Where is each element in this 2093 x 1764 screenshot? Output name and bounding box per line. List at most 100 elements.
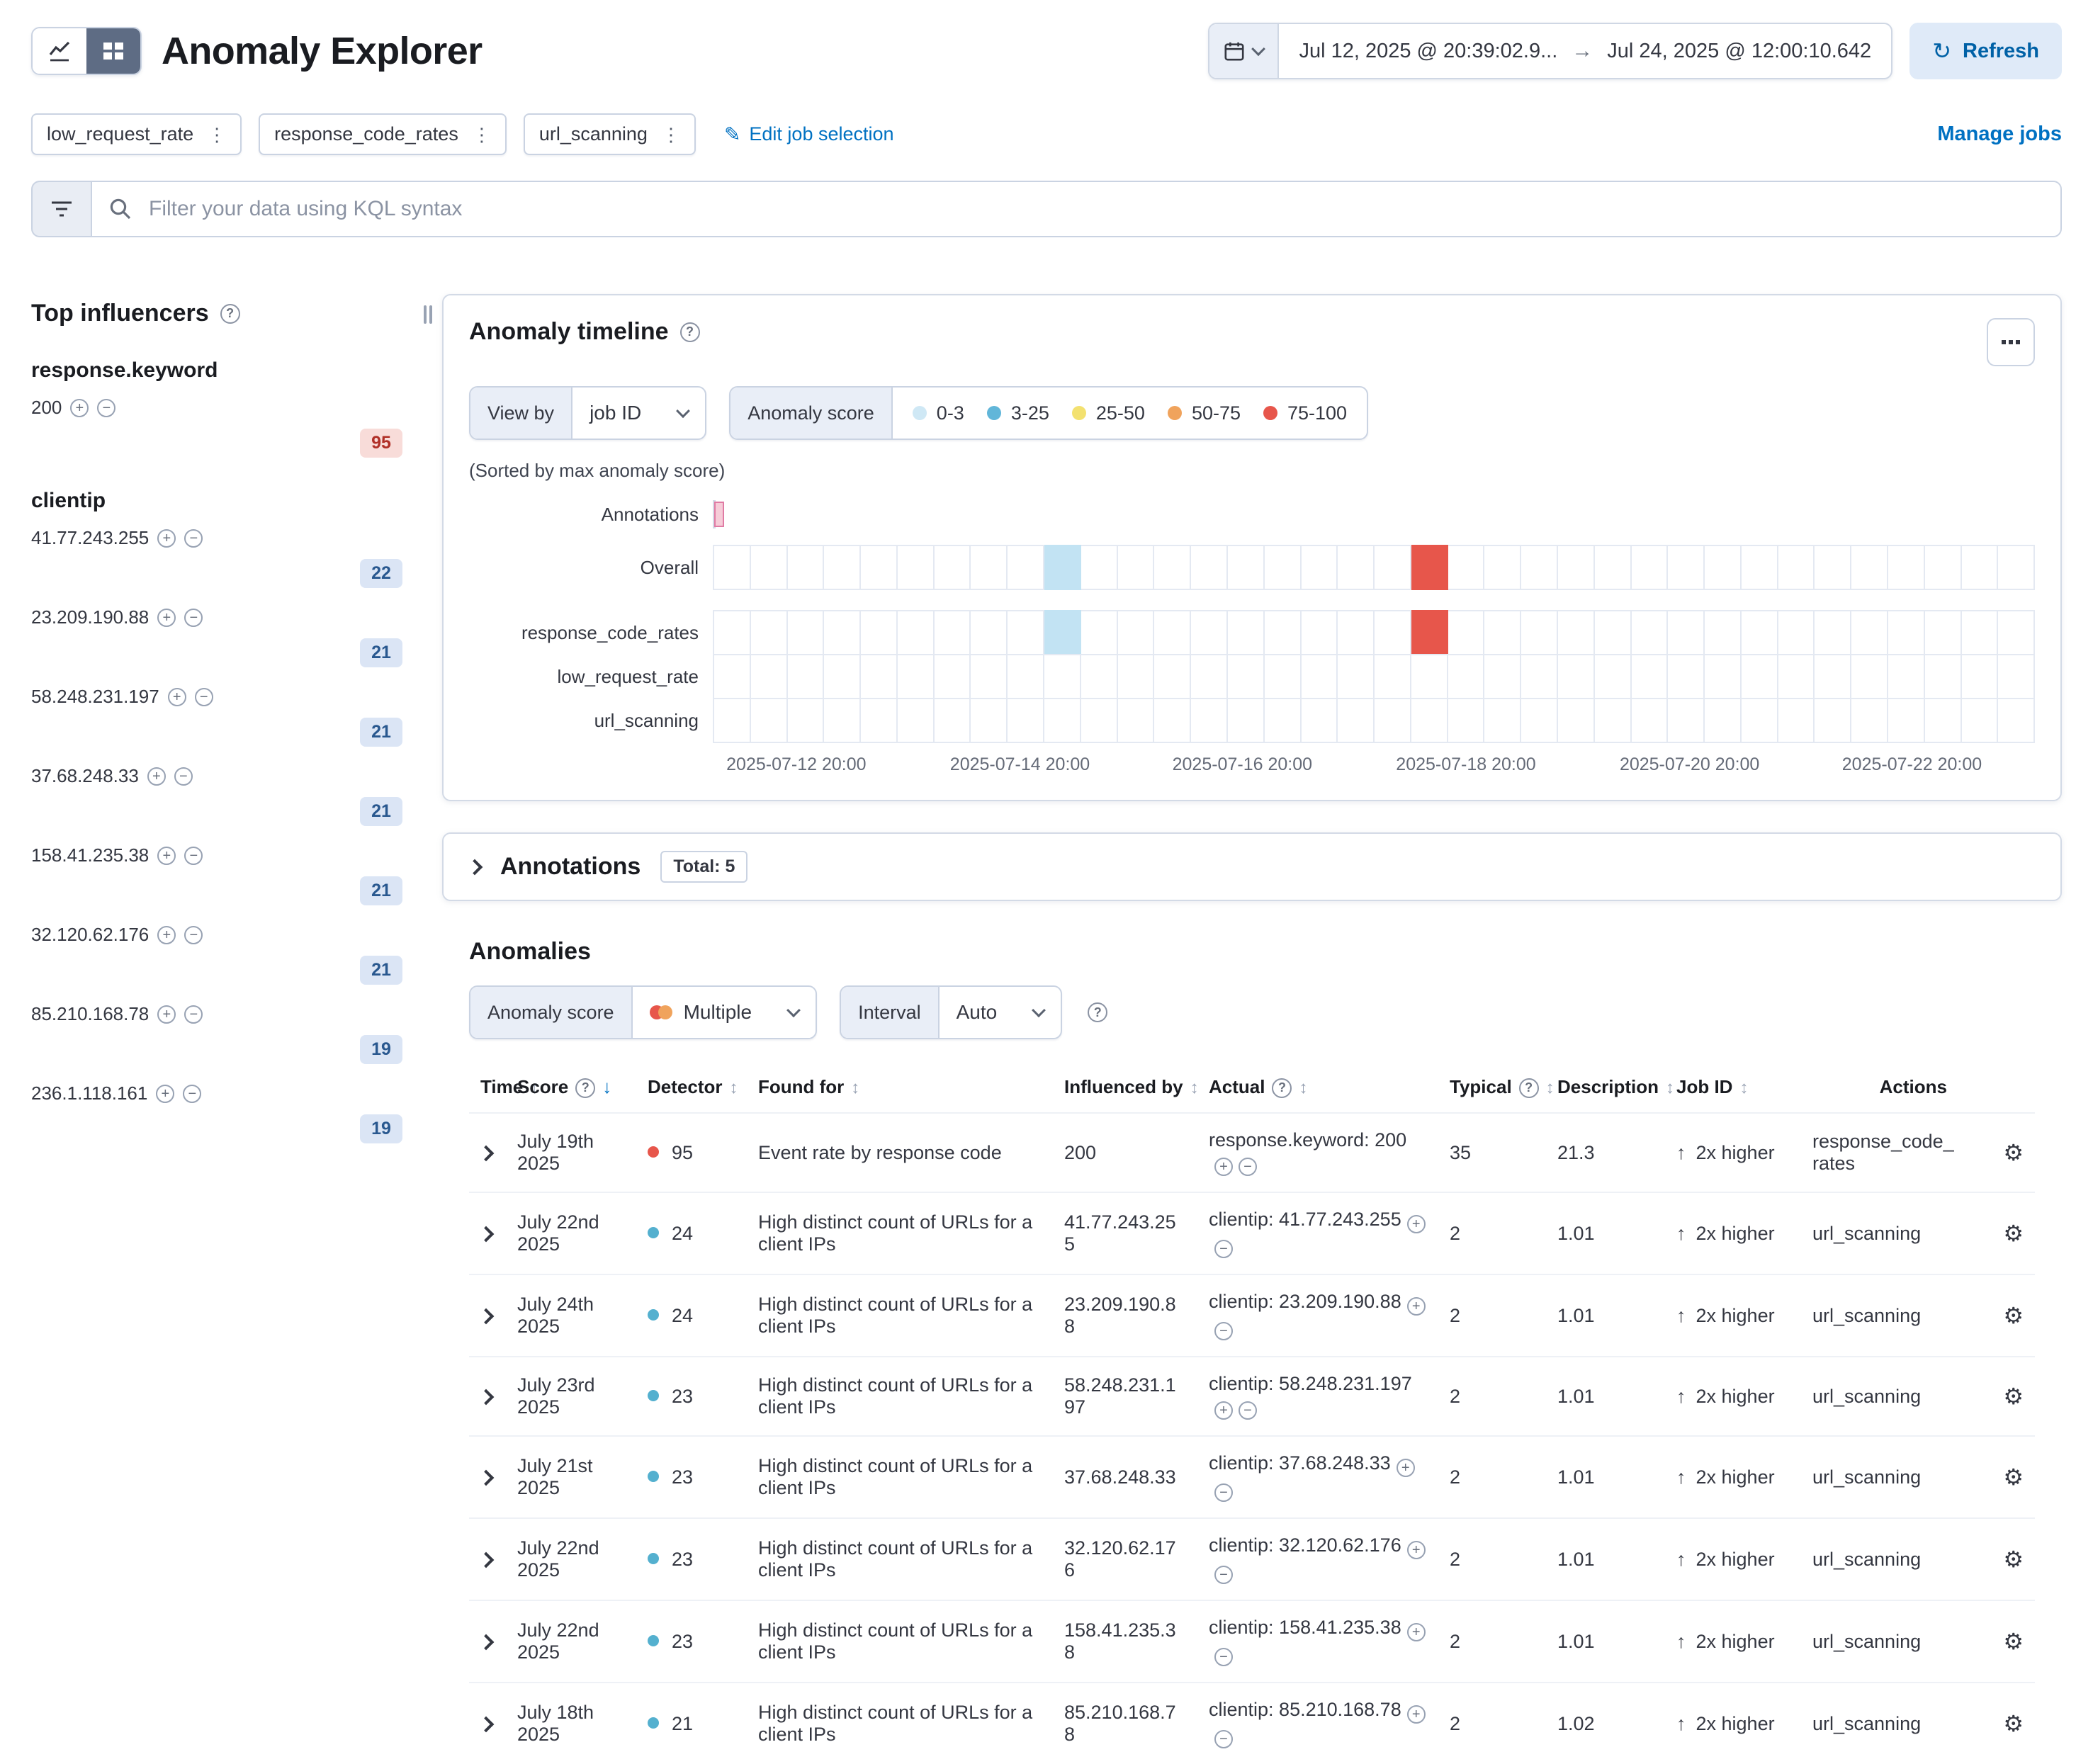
filter-remove-icon[interactable]: −: [1214, 1730, 1233, 1748]
swimlane-cell[interactable]: [1008, 654, 1044, 699]
swimlane-cell[interactable]: [1484, 610, 1521, 655]
job-badge-menu-icon[interactable]: ⋮: [662, 125, 680, 144]
swimlane-cell[interactable]: [1851, 545, 1888, 590]
swimlane-cell[interactable]: [1778, 610, 1815, 655]
influencer-value-label[interactable]: 236.1.118.161: [31, 1082, 147, 1104]
swimlane-cell[interactable]: [1044, 654, 1081, 699]
swimlane-cell[interactable]: [1668, 654, 1705, 699]
swimlane-cell[interactable]: [1191, 545, 1228, 590]
swimlane-cell[interactable]: [1081, 545, 1118, 590]
influencer-value-label[interactable]: 158.41.235.38: [31, 844, 149, 866]
filter-add-icon[interactable]: +: [168, 688, 186, 706]
swimlane-cell[interactable]: [1081, 654, 1118, 699]
column-header-description[interactable]: Description↕: [1546, 1065, 1665, 1113]
swimlane-cell[interactable]: [788, 654, 825, 699]
swimlane-cell[interactable]: [971, 698, 1008, 743]
column-header-influenced-by[interactable]: Influenced by↕: [1053, 1065, 1197, 1113]
filter-add-icon[interactable]: +: [157, 847, 176, 865]
swimlane-cell[interactable]: [1265, 654, 1302, 699]
swimlane-cell[interactable]: [1742, 610, 1778, 655]
panel-resize-handle[interactable]: [424, 305, 432, 324]
filter-add-icon[interactable]: +: [147, 767, 166, 786]
expand-row-icon[interactable]: [478, 1551, 495, 1568]
swimlane-cell[interactable]: [1778, 698, 1815, 743]
swimlane-cell[interactable]: [1962, 545, 1999, 590]
swimlane-cell[interactable]: [1778, 545, 1815, 590]
swimlane-cell[interactable]: [1338, 698, 1375, 743]
swimlane-cell[interactable]: [1484, 545, 1521, 590]
swimlane-cell[interactable]: [1448, 610, 1485, 655]
swimlane-cell[interactable]: [861, 654, 898, 699]
swimlane-cell[interactable]: [1888, 610, 1925, 655]
swimlane-cell[interactable]: [1888, 698, 1925, 743]
filter-add-icon[interactable]: +: [157, 1005, 176, 1024]
swimlane-cell[interactable]: [1632, 654, 1669, 699]
swimlane-cell[interactable]: [1521, 610, 1558, 655]
column-header-detector[interactable]: Detector↕: [636, 1065, 747, 1113]
job-badge[interactable]: url_scanning ⋮: [524, 113, 696, 155]
swimlane-cell[interactable]: [1484, 698, 1521, 743]
swimlane-cell[interactable]: [898, 654, 935, 699]
swimlane-cell[interactable]: [788, 545, 825, 590]
swimlane-cell[interactable]: [1925, 654, 1962, 699]
swimlane-cell[interactable]: [824, 698, 861, 743]
manage-jobs-link[interactable]: Manage jobs: [1937, 123, 2062, 146]
swimlane-cell[interactable]: [935, 545, 971, 590]
swimlane-cell[interactable]: [1411, 654, 1448, 699]
filter-add-icon[interactable]: +: [1397, 1459, 1415, 1477]
filter-remove-icon[interactable]: −: [1214, 1566, 1233, 1584]
influencer-value-label[interactable]: 58.248.231.197: [31, 686, 159, 708]
interval-select[interactable]: Auto: [940, 987, 1061, 1038]
kql-search-input[interactable]: [146, 196, 2043, 222]
expand-row-icon[interactable]: [478, 1634, 495, 1650]
swimlane-cell[interactable]: [751, 654, 788, 699]
swimlane-cell[interactable]: [935, 654, 971, 699]
filter-add-icon[interactable]: +: [1407, 1623, 1426, 1641]
expand-row-icon[interactable]: [478, 1145, 495, 1161]
filter-add-icon[interactable]: +: [1407, 1705, 1426, 1724]
swimlane-cell[interactable]: [1668, 545, 1705, 590]
swimlane-cell[interactable]: [1081, 610, 1118, 655]
row-actions-gear-icon[interactable]: ⚙: [2003, 1221, 2024, 1246]
swimlane-cell[interactable]: [1998, 545, 2035, 590]
filter-menu-button[interactable]: [31, 181, 91, 237]
swimlane-cell[interactable]: [1008, 610, 1044, 655]
swimlane-cell[interactable]: [1998, 698, 2035, 743]
row-actions-gear-icon[interactable]: ⚙: [2003, 1464, 2024, 1490]
swimlane-cell[interactable]: [1705, 545, 1742, 590]
swimlane-cell[interactable]: [1668, 698, 1705, 743]
swimlane-cell[interactable]: [1228, 698, 1265, 743]
help-icon[interactable]: ?: [680, 322, 700, 342]
filter-remove-icon[interactable]: −: [1214, 1322, 1233, 1340]
swimlane-cell[interactable]: [1851, 698, 1888, 743]
annotations-panel[interactable]: Annotations Total: 5: [442, 832, 2062, 901]
influencer-value-label[interactable]: 23.209.190.88: [31, 606, 149, 628]
swimlane-cell[interactable]: [1851, 610, 1888, 655]
swimlane-cell[interactable]: [1228, 610, 1265, 655]
filter-remove-icon[interactable]: −: [184, 926, 203, 944]
swimlane-cell[interactable]: [751, 610, 788, 655]
expand-row-icon[interactable]: [478, 1716, 495, 1732]
swimlane-cell[interactable]: [1925, 545, 1962, 590]
swimlane-cell[interactable]: [1228, 545, 1265, 590]
job-badge-menu-icon[interactable]: ⋮: [473, 125, 491, 144]
help-icon[interactable]: ?: [220, 304, 240, 324]
swimlane-cell[interactable]: [1154, 698, 1191, 743]
swimlane-cell[interactable]: [1962, 654, 1999, 699]
swimlane-cell[interactable]: [1521, 698, 1558, 743]
swimlane-cell[interactable]: [1228, 654, 1265, 699]
swimlane-cell[interactable]: [1558, 545, 1595, 590]
row-actions-gear-icon[interactable]: ⚙: [2003, 1629, 2024, 1654]
filter-remove-icon[interactable]: −: [195, 688, 213, 706]
expand-row-icon[interactable]: [478, 1226, 495, 1242]
job-badge-menu-icon[interactable]: ⋮: [208, 125, 226, 144]
filter-add-icon[interactable]: +: [157, 529, 176, 548]
swimlane-cell[interactable]: [1448, 545, 1485, 590]
view-by-select[interactable]: job ID: [572, 388, 705, 439]
swimlane-cell[interactable]: [1375, 610, 1411, 655]
swimlane-cell[interactable]: [1521, 654, 1558, 699]
swimlane-cell[interactable]: [1998, 610, 2035, 655]
filter-remove-icon[interactable]: −: [97, 399, 115, 417]
filter-remove-icon[interactable]: −: [1214, 1240, 1233, 1258]
swimlane-cell[interactable]: [861, 545, 898, 590]
